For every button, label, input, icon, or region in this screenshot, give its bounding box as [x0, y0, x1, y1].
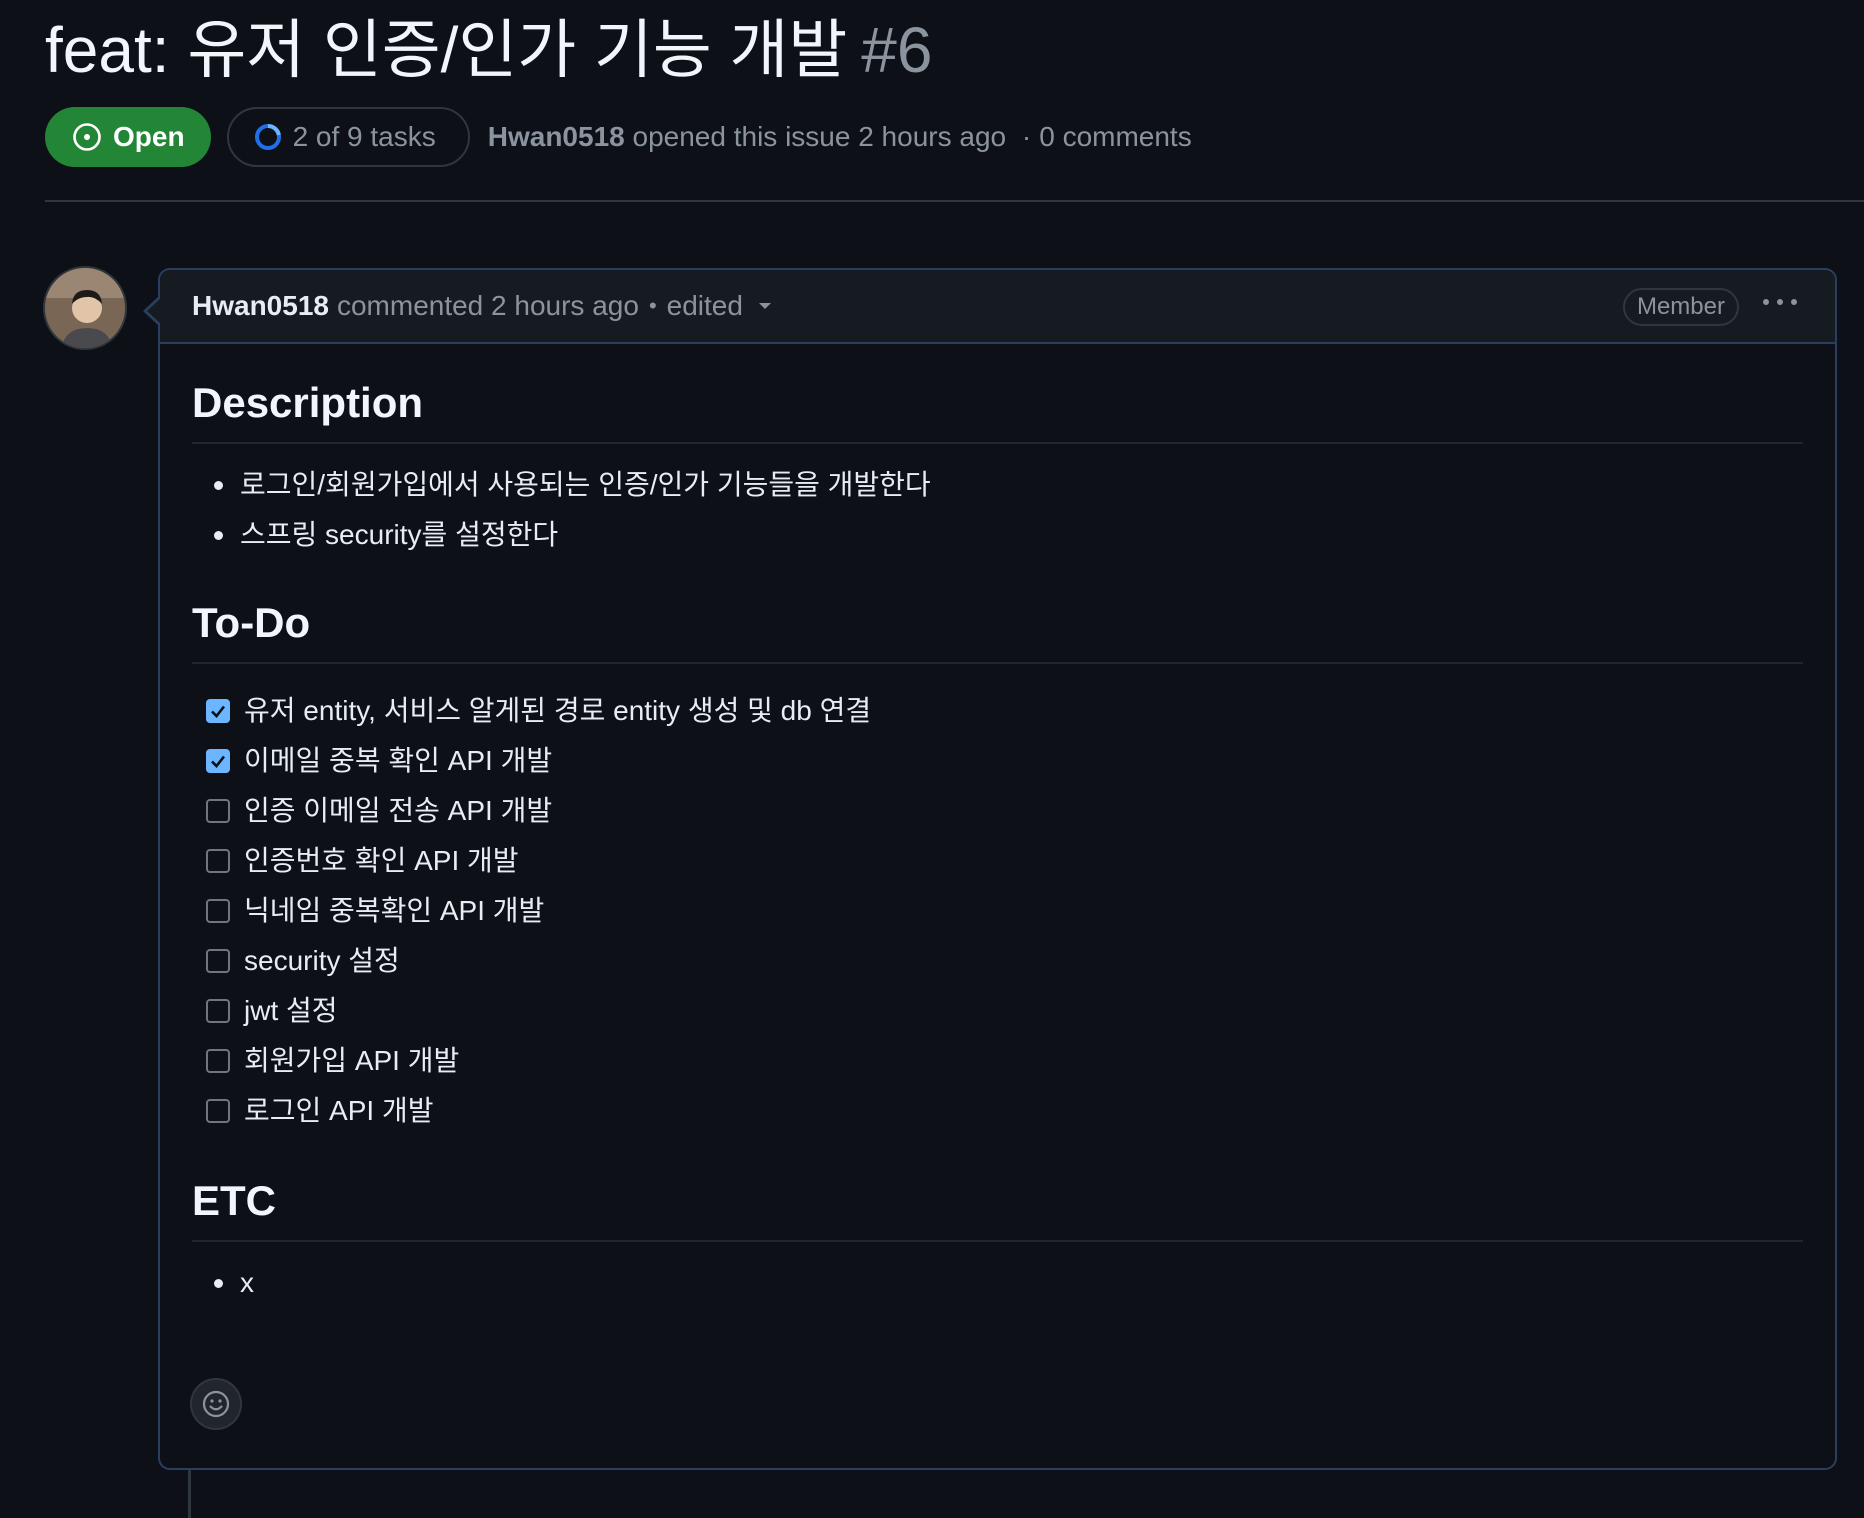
tasks-progress[interactable]: 2 of 9 tasks	[226, 107, 470, 167]
list-item: x	[192, 1258, 1803, 1308]
task-item: jwt 설정	[192, 986, 1803, 1036]
comment-box: Hwan0518 commented 2 hours ago • edited …	[158, 268, 1837, 1470]
progress-ring-icon	[254, 124, 281, 150]
avatar[interactable]	[43, 266, 127, 350]
task-label: 유저 entity, 서비스 알게된 경로 entity 생성 및 db 연결	[244, 695, 872, 726]
issue-title-text: feat: 유저 인증/인가 기능 개발	[45, 14, 848, 86]
issue-author-link[interactable]: Hwan0518	[488, 121, 625, 152]
triangle-down-icon[interactable]	[757, 301, 773, 311]
smiley-icon	[202, 1390, 230, 1418]
header-dot: •	[648, 293, 657, 318]
task-checkbox[interactable]	[206, 849, 230, 873]
list-item: 스프링 security를 설정한다	[192, 510, 1803, 560]
state-badge: Open	[45, 107, 211, 167]
task-item: security 설정	[192, 936, 1803, 986]
opened-text: opened this issue 2 hours ago	[632, 121, 1007, 152]
task-label: security 설정	[244, 945, 400, 976]
issue-meta-row: Open 2 of 9 tasks Hwan0518 opened this i…	[45, 106, 1192, 168]
comment-author-link[interactable]: Hwan0518	[192, 290, 329, 322]
task-checkbox[interactable]	[206, 899, 230, 923]
etc-list: x	[192, 1258, 1803, 1308]
comments-count: 0 comments	[1039, 121, 1192, 152]
issue-page: feat: 유저 인증/인가 기능 개발 #6 Open 2 of 9 tasks…	[0, 0, 1864, 1518]
state-label: Open	[113, 121, 185, 152]
comment-header: Hwan0518 commented 2 hours ago • edited …	[160, 270, 1835, 344]
task-label: 회원가입 API 개발	[244, 1045, 460, 1076]
task-item: 닉네임 중복확인 API 개발	[192, 886, 1803, 936]
comment-body: Description 로그인/회원가입에서 사용되는 인증/인가 기능들을 개…	[160, 378, 1835, 1308]
comment-arrow-inner	[147, 298, 161, 324]
todo-heading: To-Do	[192, 598, 1803, 664]
issue-title: feat: 유저 인증/인가 기능 개발 #6	[45, 12, 932, 88]
task-checkbox[interactable]	[206, 1099, 230, 1123]
task-item: 유저 entity, 서비스 알게된 경로 entity 생성 및 db 연결	[192, 686, 1803, 736]
task-item: 로그인 API 개발	[192, 1086, 1803, 1136]
task-item: 인증 이메일 전송 API 개발	[192, 786, 1803, 836]
comment-timestamp[interactable]: commented 2 hours ago	[337, 290, 639, 322]
task-checkbox[interactable]	[206, 699, 230, 723]
description-list: 로그인/회원가입에서 사용되는 인증/인가 기능들을 개발한다 스프링 secu…	[192, 460, 1803, 560]
task-item: 회원가입 API 개발	[192, 1036, 1803, 1086]
tasks-summary: 2 of 9 tasks	[292, 121, 436, 152]
avatar-image	[45, 268, 125, 348]
task-item: 인증번호 확인 API 개발	[192, 836, 1803, 886]
task-label: jwt 설정	[244, 995, 338, 1026]
task-checkbox[interactable]	[206, 1049, 230, 1073]
kebab-horizontal-icon[interactable]	[1761, 297, 1799, 307]
task-label: 닉네임 중복확인 API 개발	[244, 895, 545, 926]
task-checkbox[interactable]	[206, 999, 230, 1023]
check-icon	[211, 705, 226, 718]
description-heading: Description	[192, 378, 1803, 444]
task-item: 이메일 중복 확인 API 개발	[192, 736, 1803, 786]
task-list: 유저 entity, 서비스 알게된 경로 entity 생성 및 db 연결 …	[192, 686, 1803, 1136]
issue-number: #6	[861, 14, 933, 86]
task-label: 이메일 중복 확인 API 개발	[244, 745, 553, 776]
list-item: 로그인/회원가입에서 사용되는 인증/인가 기능들을 개발한다	[192, 460, 1803, 510]
task-checkbox[interactable]	[206, 949, 230, 973]
task-label: 인증번호 확인 API 개발	[244, 845, 519, 876]
issue-opened-icon	[73, 123, 101, 151]
check-icon	[211, 755, 226, 768]
edited-dropdown[interactable]: edited	[667, 290, 743, 322]
task-checkbox[interactable]	[206, 799, 230, 823]
task-label: 로그인 API 개발	[244, 1095, 434, 1126]
timeline-line	[188, 1470, 191, 1518]
issue-meta-text: Hwan0518 opened this issue 2 hours ago ·…	[488, 121, 1192, 153]
task-checkbox[interactable]	[206, 749, 230, 773]
role-badge: Member	[1622, 288, 1739, 326]
header-divider	[45, 200, 1864, 202]
etc-heading: ETC	[192, 1176, 1803, 1242]
add-reaction-button[interactable]	[190, 1378, 242, 1430]
meta-separator: ·	[1021, 121, 1032, 152]
task-label: 인증 이메일 전송 API 개발	[244, 795, 553, 826]
